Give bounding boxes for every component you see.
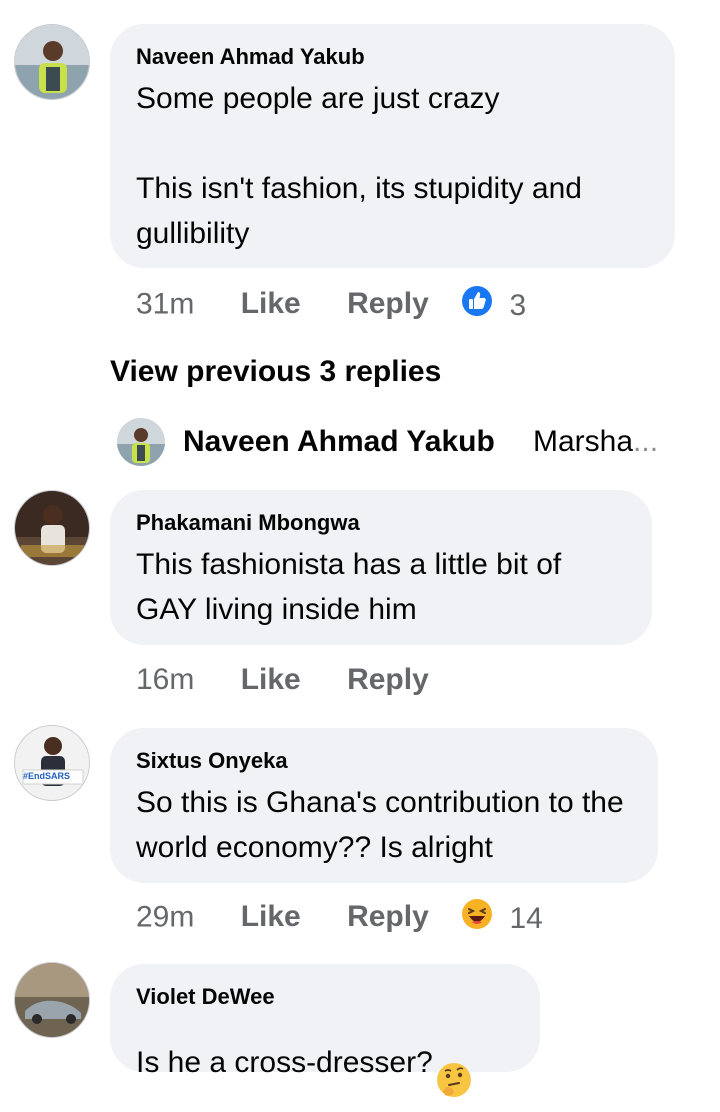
reply-preview-text: Marsha... bbox=[533, 424, 658, 460]
avatar-photo bbox=[15, 25, 89, 99]
comment-actions: 16m Like Reply bbox=[136, 662, 429, 698]
comment-author[interactable]: Violet DeWee bbox=[136, 984, 514, 1010]
reaction-count[interactable]: 14 bbox=[509, 902, 542, 935]
comment-time[interactable]: 16m bbox=[136, 663, 194, 696]
reply-button[interactable]: Reply bbox=[347, 287, 429, 320]
comment-actions: 29m Like Reply 14 bbox=[136, 898, 543, 939]
like-button[interactable]: Like bbox=[241, 900, 301, 933]
reply-button[interactable]: Reply bbox=[347, 663, 429, 696]
reply-button[interactable]: Reply bbox=[347, 900, 429, 933]
avatar-photo bbox=[117, 418, 165, 466]
comment-bubble: Naveen Ahmad Yakub Some people are just … bbox=[110, 24, 675, 268]
comment-bubble: Sixtus Onyeka So this is Ghana's contrib… bbox=[110, 728, 658, 883]
comment-bubble: Phakamani Mbongwa This fashionista has a… bbox=[110, 490, 652, 645]
avatar-photo bbox=[15, 491, 89, 565]
comment-actions: 31m Like Reply 3 bbox=[136, 285, 526, 326]
comment-time[interactable]: 31m bbox=[136, 287, 194, 320]
comment-text: Some people are just crazy This isn't fa… bbox=[136, 82, 582, 250]
avatar bbox=[117, 418, 165, 466]
comment-author[interactable]: Naveen Ahmad Yakub bbox=[136, 44, 649, 70]
reply-preview-author: Naveen Ahmad Yakub bbox=[183, 425, 495, 458]
reply-preview[interactable]: Naveen Ahmad Yakub Marsha... bbox=[117, 416, 697, 468]
avatar[interactable] bbox=[14, 962, 90, 1038]
comment-time[interactable]: 29m bbox=[136, 900, 194, 933]
avatar-badge: #EndSARS bbox=[23, 771, 71, 781]
avatar[interactable] bbox=[14, 24, 90, 100]
reaction-count[interactable]: 3 bbox=[509, 289, 526, 322]
thinking-face-icon bbox=[435, 1016, 473, 1112]
avatar-photo bbox=[15, 963, 89, 1037]
comment-author[interactable]: Sixtus Onyeka bbox=[136, 748, 632, 774]
avatar-photo bbox=[15, 726, 89, 800]
like-button[interactable]: Like bbox=[241, 663, 301, 696]
avatar[interactable]: #EndSARS bbox=[14, 725, 90, 801]
comment-text: So this is Ghana's contribution to the w… bbox=[136, 786, 624, 864]
haha-icon[interactable] bbox=[461, 898, 493, 939]
comment-text-body: Is he a cross-dresser? bbox=[136, 1045, 433, 1079]
view-previous-replies-link[interactable]: View previous 3 replies bbox=[110, 352, 441, 392]
comment-author[interactable]: Phakamani Mbongwa bbox=[136, 510, 626, 536]
comment-text: This fashionista has a little bit of GAY… bbox=[136, 548, 562, 626]
like-icon[interactable] bbox=[461, 285, 493, 326]
avatar[interactable] bbox=[14, 490, 90, 566]
comment-bubble: Violet DeWee Is he a cross-dresser? bbox=[110, 964, 540, 1097]
reply-preview-snippet: Marsha bbox=[533, 425, 634, 458]
comment-text: Is he a cross-dresser? bbox=[136, 1016, 514, 1112]
ellipsis: ... bbox=[633, 425, 659, 458]
like-button[interactable]: Like bbox=[241, 287, 301, 320]
